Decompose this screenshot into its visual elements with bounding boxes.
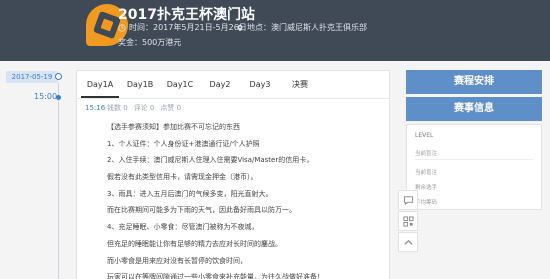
timeline-time[interactable]: 15:00 [34,92,57,101]
post-line: 而在比赛期间可能多为下雨的天气，因此备好雨具以防万一。 [107,206,296,215]
post-stat-comments[interactable]: 评论 0 [134,103,155,113]
post-line: 2、入住手续：澳门威尼斯人住理入住需要Visa/Master的信用卡， [107,156,314,165]
event-time-text: 时间：2017年5月21日-5月26日 [129,23,247,32]
timeline-line [58,83,59,279]
post-line: 3、雨具：进入五月后澳门的气候多变，阳光直射大。 [107,189,273,198]
day-tabs: Day1A Day1B Day1C Day2 Day3 决赛 [77,71,389,99]
divider [415,159,533,160]
level-info-panel: LEVEL 当前盲注 当前盲注 剩余选手 平均筹码 [406,124,542,210]
post-content: 【选手参赛须知】参加比赛不可忘记的东西 1、个人证件：个人身份证+港澳通行证/个… [107,119,387,279]
chat-icon [403,195,413,205]
timeline-date-dot [55,73,62,80]
post-header: 15:16 钱数 0 评论 0 点赞 0 [77,99,389,117]
back-to-top-icon [403,239,413,245]
average-chips-label: 平均筹码 [415,200,438,206]
schedule-button[interactable]: 赛程安排 [406,70,542,94]
post-line: 而小零食是用来应对没有长暂停的饮食时间， [107,256,247,265]
live-report-panel: Day1A Day1B Day1C Day2 Day3 决赛 15:16 钱数 … [76,70,390,279]
timeline: 2017-05-19 15:00 [0,61,66,279]
post-line: 玩家可以在等牌间隙通过一些小零食来补充能量，为往久战做好准备！ [107,273,324,279]
tab-day1a[interactable]: Day1A [81,71,119,98]
post-stat-likes[interactable]: 点赞 0 [160,103,181,113]
post-line: 1、个人证件：个人身份证+港澳通行证/个人护照 [107,139,260,148]
tab-day2[interactable]: Day2 [201,71,239,98]
tab-final[interactable]: 决赛 [281,71,319,98]
tab-day3[interactable]: Day3 [241,71,279,98]
remaining-players-label: 剩余选手 [415,185,438,191]
qr-code-button[interactable] [398,211,418,231]
event-time: 时间：2017年5月21日-5月26日 [118,22,247,33]
chat-button[interactable] [398,190,418,210]
timeline-date[interactable]: 2017-05-19 [6,71,58,83]
tab-day1b[interactable]: Day1B [121,71,159,98]
post-line: 但充足的睡眠能让你有足够的精力去应对长时间的鏖战。 [107,239,282,248]
qr-code-icon [402,215,414,227]
post-line: 【选手参赛须知】参加比赛不可忘记的东西 [107,123,240,131]
current-blinds-label: 当前盲注 [415,151,438,157]
event-header: 2017扑克王杯澳门站 时间：2017年5月21日-5月26日 地点：澳门威尼斯… [0,0,550,61]
event-location-text: 地点：澳门威尼斯人扑克王俱乐部 [247,23,367,32]
current-blinds-label-2: 当前盲注 [415,170,438,176]
event-prize: 奖金：500万港元 [118,38,182,47]
back-to-top-button[interactable] [398,232,418,252]
timeline-time-dot [56,95,61,100]
location-pin-icon [237,24,243,31]
level-label: LEVEL [415,132,434,139]
tab-day1c[interactable]: Day1C [161,71,199,98]
event-location: 地点：澳门威尼斯人扑克王俱乐部 [236,22,367,33]
event-info-button[interactable]: 赛事信息 [406,97,542,121]
clock-icon [118,23,126,32]
post-time: 15:16 [85,104,106,112]
post-line: 假若没有此类型信用卡，请需现金押金（港币）。 [107,173,258,182]
post-stat-chips: 钱数 0 [107,104,128,112]
event-title: 2017扑克王杯澳门站 [118,7,255,23]
post-line: 4、充足睡眠、小零食：尽管澳门被称为不夜城， [107,223,259,232]
